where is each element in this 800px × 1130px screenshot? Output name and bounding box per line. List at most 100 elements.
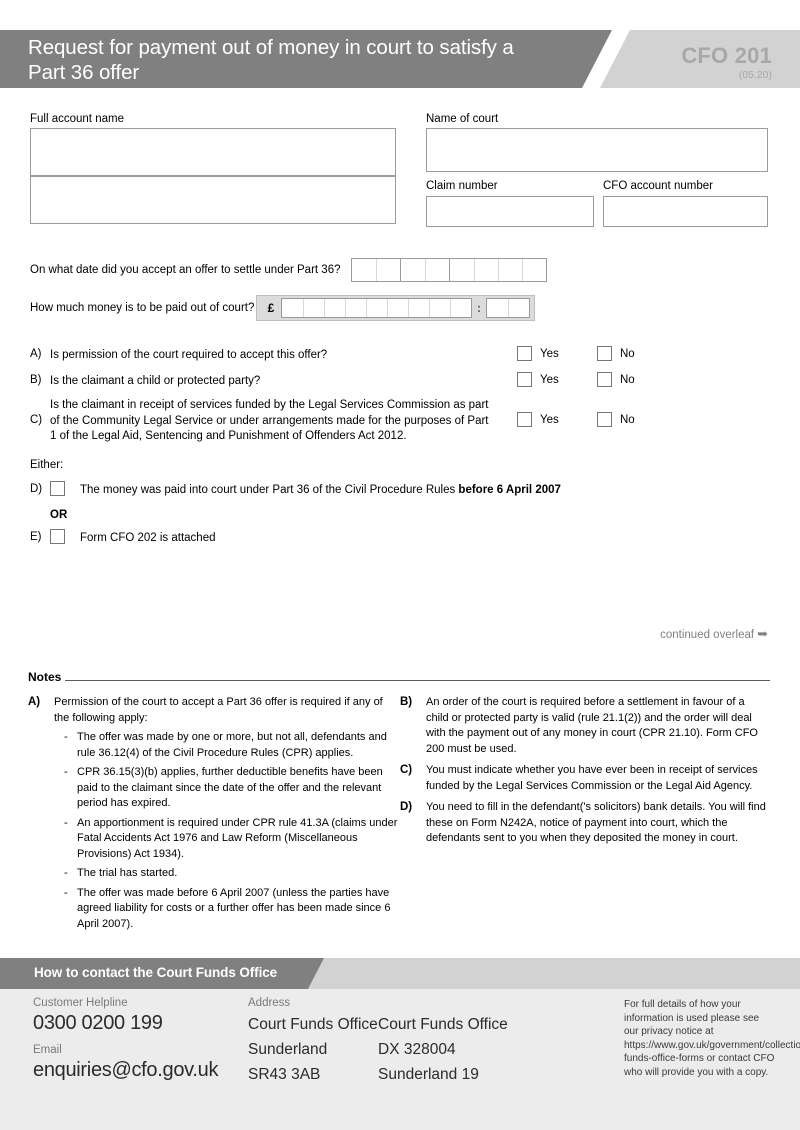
note-subitem: - CPR 36.15(3)(b) applies, further deduc… bbox=[54, 765, 400, 812]
page-title: Request for payment out of money in cour… bbox=[28, 36, 514, 84]
question-c-yes-label: Yes bbox=[540, 414, 559, 426]
accept-date-question-label: On what date did you accept an offer to … bbox=[30, 264, 341, 276]
amount-cell[interactable] bbox=[345, 299, 366, 317]
pence-cell[interactable] bbox=[508, 299, 529, 317]
address-column-1: Court Funds Office Sunderland SR43 3AB bbox=[248, 1016, 378, 1083]
amount-input[interactable]: £ : bbox=[256, 295, 535, 321]
notes-header: Notes bbox=[28, 670, 770, 684]
date-year-group[interactable] bbox=[450, 258, 547, 282]
either-label: Either: bbox=[30, 459, 64, 471]
note-dash: - bbox=[64, 731, 68, 743]
date-cell[interactable] bbox=[425, 259, 449, 281]
note-item: B) An order of the court is required bef… bbox=[400, 695, 770, 757]
option-e-text: Form CFO 202 is attached bbox=[80, 532, 216, 544]
date-month-group[interactable] bbox=[401, 258, 450, 282]
amount-cell[interactable] bbox=[387, 299, 408, 317]
date-cell[interactable] bbox=[522, 259, 546, 281]
note-text: Permission of the court to accept a Part… bbox=[54, 696, 383, 724]
cfo-account-number-input[interactable] bbox=[603, 196, 768, 227]
option-d-letter: D) bbox=[30, 483, 43, 495]
claim-number-label: Claim number bbox=[426, 180, 498, 192]
question-a-yes-label: Yes bbox=[540, 348, 559, 360]
form-code-block: CFO 201 (05.20) bbox=[681, 44, 772, 82]
full-account-name-input-2[interactable] bbox=[30, 176, 396, 224]
decimal-separator: : bbox=[477, 301, 481, 315]
currency-symbol: £ bbox=[267, 301, 275, 315]
amount-cell[interactable] bbox=[282, 299, 303, 317]
form-version: (05.20) bbox=[738, 69, 772, 81]
note-text: You need to fill in the defendant('s sol… bbox=[426, 801, 766, 844]
question-a-text: Is permission of the court required to a… bbox=[50, 349, 328, 361]
note-item: C) You must indicate whether you have ev… bbox=[400, 763, 770, 794]
question-a-yes-checkbox[interactable] bbox=[517, 346, 532, 361]
note-dash: - bbox=[64, 886, 68, 899]
question-b-no-checkbox[interactable] bbox=[597, 372, 612, 387]
question-c-yes-checkbox[interactable] bbox=[517, 412, 532, 427]
privacy-notice-text: For full details of how your information… bbox=[624, 999, 800, 1078]
amount-cell[interactable] bbox=[408, 299, 429, 317]
date-cell[interactable] bbox=[450, 259, 474, 281]
option-d-checkbox[interactable] bbox=[50, 481, 65, 496]
amount-cell[interactable] bbox=[303, 299, 324, 317]
amount-cell[interactable] bbox=[429, 299, 450, 317]
note-dash: - bbox=[64, 816, 68, 829]
continued-overleaf-label: continued overleaf bbox=[660, 629, 755, 641]
note-subitem-text: The trial has started. bbox=[77, 867, 178, 879]
question-a-no-checkbox[interactable] bbox=[597, 346, 612, 361]
question-b-text: Is the claimant a child or protected par… bbox=[50, 375, 261, 387]
note-letter: A) bbox=[28, 696, 41, 708]
option-e-checkbox[interactable] bbox=[50, 529, 65, 544]
full-account-name-label: Full account name bbox=[30, 113, 124, 125]
cfo-account-number-label: CFO account number bbox=[603, 180, 713, 192]
note-subitem: - The trial has started. bbox=[54, 866, 400, 882]
claim-number-input[interactable] bbox=[426, 196, 594, 227]
date-cell[interactable] bbox=[401, 259, 425, 281]
form-code: CFO 201 bbox=[681, 43, 772, 68]
question-c-text: Is the claimant in receipt of services f… bbox=[50, 399, 489, 442]
question-c-no-label: No bbox=[620, 414, 635, 426]
date-cell[interactable] bbox=[352, 259, 376, 281]
note-letter: B) bbox=[400, 696, 413, 708]
note-dash: - bbox=[64, 867, 68, 879]
note-item: D) You need to fill in the defendant('s … bbox=[400, 800, 770, 847]
note-subitem: - The offer was made by one or more, but… bbox=[54, 730, 400, 761]
question-b-yes-checkbox[interactable] bbox=[517, 372, 532, 387]
note-subitem-text: The offer was made before 6 April 2007 (… bbox=[77, 886, 391, 930]
pence-cell[interactable] bbox=[487, 299, 508, 317]
name-of-court-label: Name of court bbox=[426, 113, 499, 125]
helpline-value: 0300 0200 199 bbox=[33, 1012, 163, 1034]
accept-date-input[interactable] bbox=[351, 258, 547, 282]
note-subitem-text: CPR 36.15(3)(b) applies, further deducti… bbox=[77, 766, 383, 809]
amount-cell[interactable] bbox=[450, 299, 471, 317]
date-day-group[interactable] bbox=[351, 258, 401, 282]
date-cell[interactable] bbox=[474, 259, 498, 281]
email-label: Email bbox=[33, 1044, 62, 1056]
amount-cell[interactable] bbox=[324, 299, 345, 317]
amount-cell[interactable] bbox=[366, 299, 387, 317]
name-of-court-input[interactable] bbox=[426, 128, 768, 172]
notes-divider bbox=[65, 679, 770, 681]
pence-cells[interactable] bbox=[486, 298, 530, 318]
footer-banner: How to contact the Court Funds Office bbox=[0, 958, 800, 989]
date-cell[interactable] bbox=[376, 259, 400, 281]
amount-question-label: How much money is to be paid out of cour… bbox=[30, 302, 255, 314]
note-letter: C) bbox=[400, 764, 413, 776]
date-cell[interactable] bbox=[498, 259, 522, 281]
note-subitem: - The offer was made before 6 April 2007… bbox=[54, 886, 400, 933]
continued-overleaf: continued overleaf ➥ bbox=[660, 626, 768, 642]
notes-left-column: A) Permission of the court to accept a P… bbox=[28, 695, 400, 935]
option-d-text-bold: before 6 April 2007 bbox=[458, 484, 561, 496]
notes-title: Notes bbox=[28, 670, 66, 684]
question-c-no-checkbox[interactable] bbox=[597, 412, 612, 427]
full-account-name-input-1[interactable] bbox=[30, 128, 396, 176]
question-a-no-label: No bbox=[620, 348, 635, 360]
address-label: Address bbox=[248, 997, 291, 1009]
or-label: OR bbox=[50, 509, 68, 521]
pounds-cells[interactable] bbox=[281, 298, 472, 318]
option-d-text-wrap: The money was paid into court under Part… bbox=[80, 483, 600, 499]
note-dash: - bbox=[64, 766, 68, 778]
page-footer: How to contact the Court Funds Office Cu… bbox=[0, 958, 800, 1130]
question-b-yes-label: Yes bbox=[540, 374, 559, 386]
page-header: Request for payment out of money in cour… bbox=[0, 30, 800, 88]
option-e-letter: E) bbox=[30, 531, 42, 543]
